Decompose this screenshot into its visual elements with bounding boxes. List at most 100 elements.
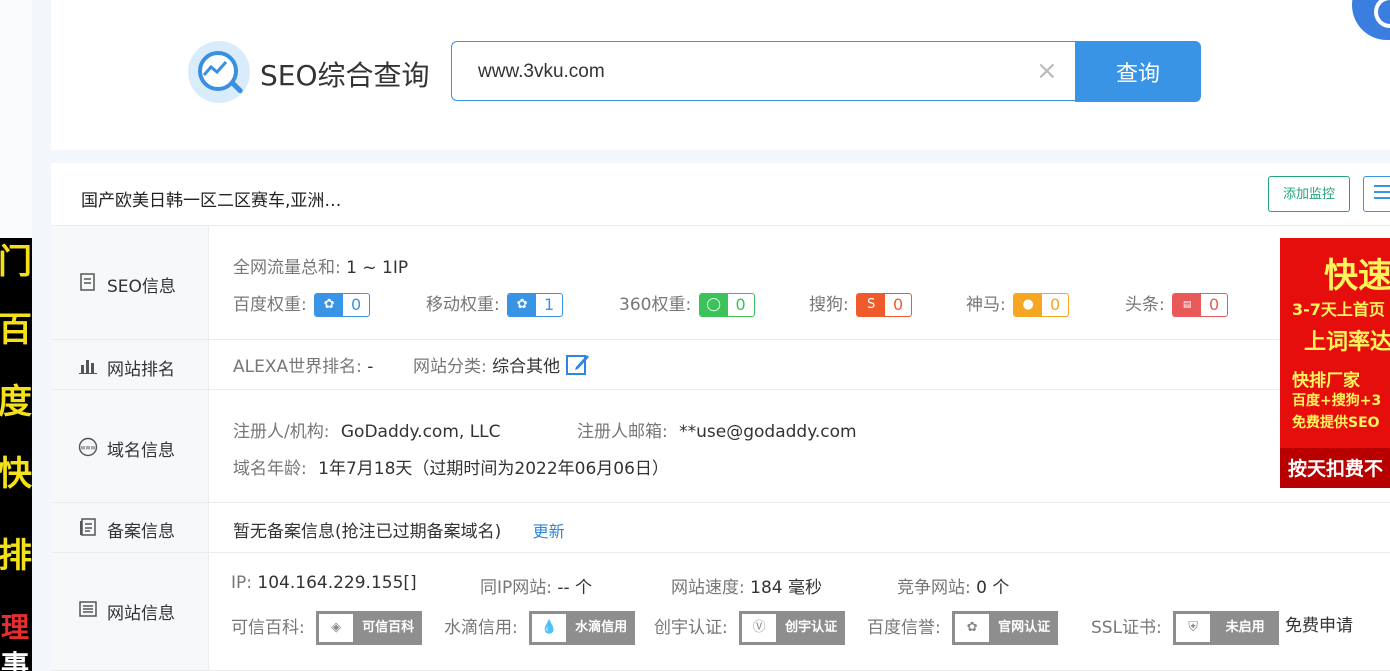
right-side-ad[interactable]: 快速 3-7天上首页 上词率达 快排厂家 百度+搜狗+3 免费提供SEO 按天扣… [1280,238,1390,488]
weight-value: 0 [1209,295,1220,314]
weight-label: 神马: [966,295,1006,315]
same-ip-field: 同IP网站: -- 个 [480,573,592,598]
category-label: 网站分类: [413,357,487,377]
alexa-value: - [367,357,374,377]
ad-text: 3-7天上首页 [1292,300,1385,319]
same-ip-value[interactable]: -- 个 [557,578,592,598]
shield-icon: ◈ [319,614,354,642]
baidu-credit-field: 百度信誉: ✿ 官网认证 [867,611,1059,645]
domain-label: 域名信息 [107,441,175,461]
email-value: **use@godaddy.com [679,422,857,442]
ssl-badge[interactable]: ⛨ 未启用 [1173,611,1280,645]
ad-char: 快 [0,454,32,494]
bar-chart-icon [79,360,97,374]
ad-text: 按天扣费不 [1288,458,1384,480]
sogou-icon: S [857,294,886,316]
add-monitor-button[interactable]: 添加监控 [1268,176,1350,212]
360-weight: 360权重: ◯ 0 [619,290,755,317]
ad-headline: 快速 [1324,256,1390,296]
toutiao-weight: 头条: ▤ 0 [1125,290,1229,317]
kexin-badge[interactable]: ◈ 可信百科 [316,611,423,645]
clear-icon[interactable]: × [1036,58,1058,84]
email-field: 注册人邮箱: **use@godaddy.com [577,417,857,442]
registrant-value: GoDaddy.com, LLC [340,422,501,442]
ad-text: 免费提供SEO [1292,415,1380,431]
cert-label: 创宇认证: [654,618,728,638]
edit-icon[interactable] [565,352,590,376]
kexin-field: 可信百科: ◈ 可信百科 [231,611,423,645]
icp-update-link[interactable]: 更新 [533,522,565,541]
weight-value: 0 [1050,295,1061,314]
category-value: 综合其他 [492,357,561,377]
icp-field: 暂无备案信息(抢注已过期备案域名) 更新 [233,517,565,542]
chuangyu-badge[interactable]: Ⓥ 创宇认证 [739,611,846,645]
ad-text: 快排厂家 [1292,371,1360,391]
site-info-label-cell: 网站信息 [51,553,209,670]
site-list-icon [79,601,97,617]
search-box: × [451,41,1075,101]
ad-char: 度 [0,382,32,422]
search-input[interactable] [476,56,1020,88]
ad-text: 百度+搜狗+3 [1292,393,1382,409]
cert-badge-text: 可信百科 [362,620,415,635]
search-button[interactable]: 查询 [1075,41,1201,102]
weight-label: 360权重: [619,295,692,315]
menu-icon[interactable] [1363,176,1390,212]
registrant-label: 注册人/机构: [233,422,330,442]
ad-char: 百 [0,310,32,350]
ad-char: 理 [0,611,29,644]
sogou-weight: 搜狗: S0 [809,290,913,317]
speed-field: 网站速度: 184 毫秒 [671,573,822,598]
free-apply-link[interactable]: 免费申请 [1285,611,1353,636]
cert-badge-text: 官网认证 [998,620,1051,635]
cert-label: 水滴信用: [444,618,518,638]
paw-icon: ✿ [508,294,537,316]
rank-label-cell: 网站排名 [51,340,209,389]
seo-info-row: SEO信息 [51,225,1390,339]
baidu-credit-badge[interactable]: ✿ 官网认证 [952,611,1059,645]
paw-icon: ✿ [315,294,344,316]
same-ip-label: 同IP网站: [480,578,552,598]
ad-text: 上词率达 [1304,330,1390,355]
traffic-value: 1 ~ 1IP [346,258,409,278]
ip-value[interactable]: 104.164.229.155[] [257,573,416,593]
paw-icon: ✿ [955,614,990,642]
weight-value: 0 [735,295,746,314]
site-title: 国产欧美日韩一区二区赛车,亚洲… [81,191,342,211]
chuangyu-field: 创宇认证: Ⓥ 创宇认证 [654,611,846,645]
icp-label-cell: 备案信息 [51,503,209,552]
cert-badge-text: 未启用 [1225,620,1265,635]
domain-row: www 域名信息 [51,389,1390,502]
shenma-weight: 神马: ● 0 [966,290,1070,317]
weight-badge[interactable]: ▤ 0 [1172,293,1229,317]
cert-badge-text: 创宇认证 [785,620,838,635]
weight-badge[interactable]: S0 [856,293,913,317]
v-badge-icon: Ⓥ [742,614,777,642]
weight-badge[interactable]: ✿ 1 [507,293,564,317]
registrant-field: 注册人/机构: GoDaddy.com, LLC [233,417,501,442]
email-label: 注册人邮箱: [577,422,668,442]
ssl-field: SSL证书: ⛨ 未启用 [1091,611,1280,645]
weight-label: 百度权重: [233,295,307,315]
left-side-ad[interactable]: 门 百 度 快 排 理 事 [0,238,32,671]
weight-value: 1 [544,295,555,314]
shuidi-badge[interactable]: 💧 水滴信用 [529,611,636,645]
speed-value: 184 毫秒 [750,578,822,598]
weight-badge[interactable]: ✿ 0 [314,293,371,317]
seo-logo-icon [188,41,250,103]
svg-text:www: www [81,445,96,452]
icp-text: 暂无备案信息(抢注已过期备案域名) [233,522,502,542]
weight-badge[interactable]: ● 0 [1013,293,1070,317]
baidu-weight: 百度权重: ✿ 0 [233,290,371,317]
alexa-field: ALEXA世界排名: - [233,352,373,377]
weight-value: 0 [351,295,362,314]
seo-info-label: SEO信息 [107,277,176,297]
age-label: 域名年龄: [233,459,307,479]
weight-badge[interactable]: ◯ 0 [698,293,755,317]
record-icon [80,518,96,536]
weight-label: 搜狗: [809,295,849,315]
weight-label: 移动权重: [426,295,500,315]
competitor-value[interactable]: 0 个 [976,578,1009,598]
toutiao-icon: ▤ [1173,294,1202,316]
alexa-label: ALEXA世界排名: [233,357,362,377]
